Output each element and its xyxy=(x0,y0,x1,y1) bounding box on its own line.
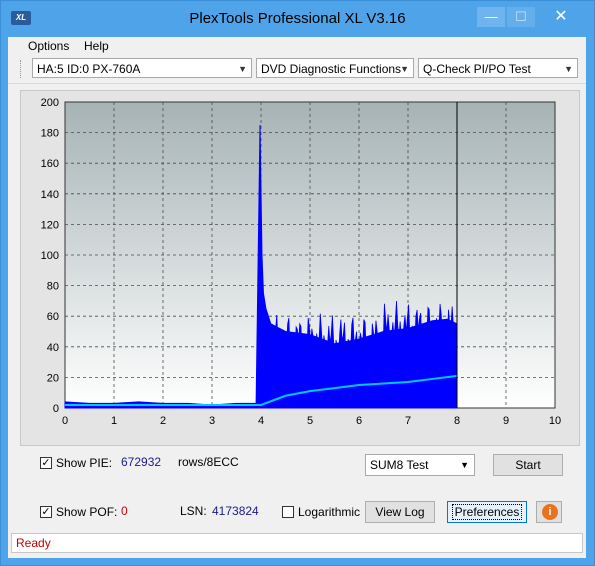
x-tick-label: 10 xyxy=(549,415,561,427)
status-text: Ready xyxy=(16,536,51,550)
pie-value: 672932 xyxy=(121,455,162,469)
x-tick-label: 0 xyxy=(62,415,68,427)
y-tick-label: 80 xyxy=(47,281,59,293)
drive-select[interactable]: HA:5 ID:0 PX-760A ▼ xyxy=(32,58,252,78)
toolbar-grip[interactable] xyxy=(20,60,24,78)
menu-bar: Options Help xyxy=(8,37,586,55)
test-select-value: Q-Check PI/PO Test xyxy=(423,62,531,76)
show-pie-label: Show PIE: xyxy=(56,456,113,470)
chevron-down-icon: ▼ xyxy=(238,64,247,74)
chevron-down-icon: ▼ xyxy=(400,64,409,74)
start-button[interactable]: Start xyxy=(493,454,563,476)
preferences-button[interactable]: Preferences xyxy=(447,501,527,523)
x-tick-label: 9 xyxy=(503,415,509,427)
controls-panel: ✓ Show PIE: 672932 rows/8ECC SUM8 Test ▼… xyxy=(20,450,580,527)
x-tick-label: 2 xyxy=(160,415,166,427)
function-select-value: DVD Diagnostic Functions xyxy=(261,62,402,76)
function-select[interactable]: DVD Diagnostic Functions ▼ xyxy=(256,58,414,78)
chevron-down-icon: ▼ xyxy=(460,460,469,470)
x-tick-label: 4 xyxy=(258,415,264,427)
show-pie-checkbox[interactable]: ✓ xyxy=(40,457,52,469)
logarithmic-label: Logarithmic xyxy=(298,505,361,519)
status-bar: Ready xyxy=(11,533,583,553)
preferences-label: Preferences xyxy=(451,504,523,520)
y-tick-label: 60 xyxy=(47,311,59,323)
info-icon: i xyxy=(542,504,558,520)
app-window: XL PlexTools Professional XL V3.16 — ☐ ✕… xyxy=(0,0,595,566)
window-title: PlexTools Professional XL V3.16 xyxy=(189,10,406,27)
x-tick-label: 8 xyxy=(454,415,460,427)
sum-test-select-value: SUM8 Test xyxy=(370,458,429,472)
poe-value: 0 xyxy=(121,504,128,518)
pie-unit: rows/8ECC xyxy=(178,455,239,469)
menu-options[interactable]: Options xyxy=(28,39,69,53)
y-tick-label: 20 xyxy=(47,372,59,384)
toolbar: HA:5 ID:0 PX-760A ▼ DVD Diagnostic Funct… xyxy=(8,55,586,84)
y-tick-label: 120 xyxy=(41,219,59,231)
test-select[interactable]: Q-Check PI/PO Test ▼ xyxy=(418,58,578,78)
logarithmic-checkbox[interactable] xyxy=(282,506,294,518)
menu-help[interactable]: Help xyxy=(84,39,109,53)
lsn-value: 4173824 xyxy=(212,504,259,518)
title-bar[interactable]: XL PlexTools Professional XL V3.16 — ☐ ✕ xyxy=(1,1,594,37)
y-tick-label: 0 xyxy=(53,403,59,415)
info-button[interactable]: i xyxy=(536,501,562,523)
x-tick-label: 7 xyxy=(405,415,411,427)
close-button[interactable]: ✕ xyxy=(538,7,584,27)
minimize-button[interactable]: — xyxy=(477,7,505,27)
y-tick-label: 200 xyxy=(41,97,59,109)
x-tick-label: 3 xyxy=(209,415,215,427)
y-tick-label: 180 xyxy=(41,128,59,140)
y-tick-label: 140 xyxy=(41,189,59,201)
x-tick-label: 1 xyxy=(111,415,117,427)
show-poe-label: Show POF: xyxy=(56,505,118,519)
y-tick-label: 160 xyxy=(41,158,59,170)
x-tick-label: 6 xyxy=(356,415,362,427)
sum-test-select[interactable]: SUM8 Test ▼ xyxy=(365,454,475,476)
x-tick-label: 5 xyxy=(307,415,313,427)
pi-po-chart: 0 20 40 60 80 100 120 140 160 180 200 0 1 2 3 4 5 6 7 8 9 10 xyxy=(41,97,561,427)
chart-panel: 0 20 40 60 80 100 120 140 160 180 200 0 1 2 3 4 5 6 7 8 9 10 xyxy=(20,90,580,446)
view-log-button[interactable]: View Log xyxy=(365,501,435,523)
y-tick-label: 40 xyxy=(47,342,59,354)
maximize-button[interactable]: ☐ xyxy=(507,7,535,27)
drive-select-value: HA:5 ID:0 PX-760A xyxy=(37,62,141,76)
client-area: Options Help HA:5 ID:0 PX-760A ▼ DVD Dia… xyxy=(8,37,586,558)
lsn-label: LSN: xyxy=(180,504,207,518)
chevron-down-icon: ▼ xyxy=(564,64,573,74)
y-tick-label: 100 xyxy=(41,250,59,262)
show-poe-checkbox[interactable]: ✓ xyxy=(40,506,52,518)
